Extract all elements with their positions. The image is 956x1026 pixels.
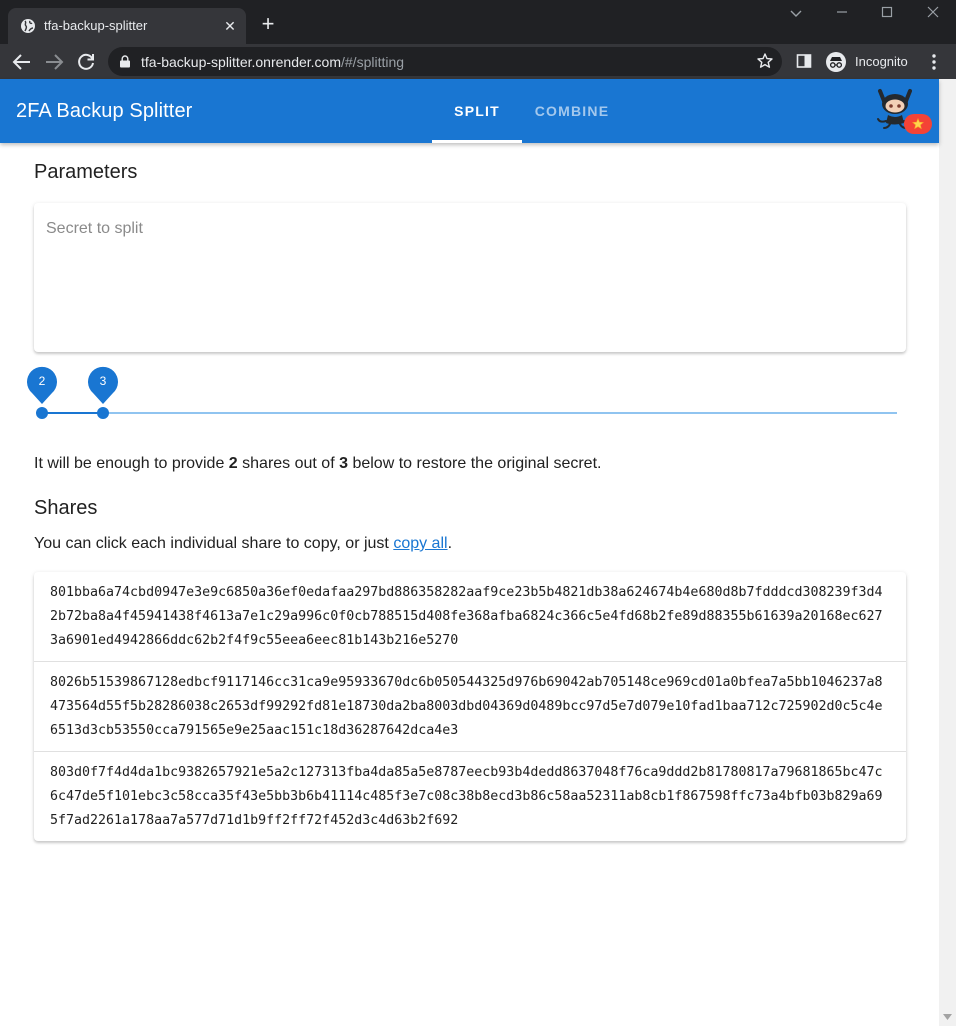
app-title: 2FA Backup Splitter — [16, 100, 193, 122]
scroll-down-arrow-icon[interactable] — [943, 1014, 952, 1020]
parameters-title: Parameters — [34, 161, 138, 183]
browser-menu-icon[interactable] — [926, 52, 942, 72]
hint-prefix: You can click each individual share to c… — [34, 535, 394, 552]
tab-title: tfa-backup-splitter — [44, 18, 148, 33]
tab-combine[interactable]: COMBINE — [522, 79, 622, 143]
secret-card — [34, 203, 906, 352]
minimize-icon[interactable] — [830, 6, 854, 26]
shares-list: 801bba6a74cbd0947e3e9c6850a36ef0edafaa29… — [34, 572, 906, 841]
share-value: 803d0f7f4d4da1bc9382657921e5a2c127313fba… — [50, 765, 883, 828]
info-middle: shares out of — [237, 455, 340, 472]
forward-arrow-icon[interactable] — [42, 50, 66, 74]
new-tab-icon[interactable]: + — [258, 13, 278, 35]
bookmark-star-icon[interactable] — [756, 52, 774, 70]
tab-close-icon[interactable]: ✕ — [220, 16, 240, 36]
threshold-value-label: 2 — [26, 365, 58, 404]
browser-tab[interactable]: tfa-backup-splitter ✕ — [8, 8, 246, 44]
threshold-value: 2 — [38, 374, 46, 388]
share-value: 8026b51539867128edbcf9117146cc31ca9e9593… — [50, 675, 883, 738]
browser-toolbar: tfa-backup-splitter.onrender.com/#/split… — [0, 44, 956, 79]
tab-search-icon[interactable] — [784, 6, 808, 26]
share-value: 801bba6a74cbd0947e3e9c6850a36ef0edafaa29… — [50, 585, 883, 648]
maximize-icon[interactable] — [875, 6, 899, 26]
lock-icon[interactable] — [119, 55, 131, 68]
secret-input[interactable] — [34, 203, 906, 352]
info-prefix: It will be enough to provide — [34, 455, 229, 472]
star-icon — [912, 118, 924, 130]
total-thumb[interactable] — [97, 407, 109, 419]
restore-info-text: It will be enough to provide 2 shares ou… — [34, 455, 601, 473]
side-panel-icon[interactable] — [796, 53, 812, 69]
hint-suffix: . — [447, 535, 453, 552]
shares-range-slider[interactable]: 2 3 — [0, 363, 939, 423]
slider-fill — [42, 412, 103, 414]
globe-icon — [21, 19, 35, 33]
incognito-icon — [826, 51, 846, 72]
total-value-label: 3 — [87, 365, 119, 404]
back-arrow-icon[interactable] — [10, 50, 34, 74]
share-item-2[interactable]: 8026b51539867128edbcf9117146cc31ca9e9593… — [34, 662, 906, 752]
share-item-3[interactable]: 803d0f7f4d4da1bc9382657921e5a2c127313fba… — [34, 752, 906, 841]
main-content: Parameters 2 3 It will be enough to prov… — [0, 143, 939, 1026]
shares-title: Shares — [34, 497, 98, 519]
share-item-1[interactable]: 801bba6a74cbd0947e3e9c6850a36ef0edafaa29… — [34, 572, 906, 662]
tab-split[interactable]: SPLIT — [432, 79, 522, 143]
reload-icon[interactable] — [74, 50, 98, 74]
url-text[interactable]: tfa-backup-splitter.onrender.com/#/split… — [141, 54, 404, 70]
info-threshold: 2 — [228, 455, 238, 472]
browser-titlebar: tfa-backup-splitter ✕ + — [0, 0, 956, 44]
shares-hint: You can click each individual share to c… — [34, 535, 452, 553]
incognito-indicator[interactable]: Incognito — [822, 48, 918, 75]
url-host: tfa-backup-splitter.onrender.com — [141, 54, 341, 70]
app-header: 2FA Backup Splitter SPLIT COMBINE — [0, 79, 939, 143]
notification-badge[interactable] — [904, 114, 932, 134]
incognito-label: Incognito — [855, 54, 908, 69]
address-bar[interactable]: tfa-backup-splitter.onrender.com/#/split… — [108, 47, 782, 76]
info-suffix: below to restore the original secret. — [348, 455, 602, 472]
page-scrollbar[interactable] — [939, 79, 956, 1026]
slider-track[interactable] — [42, 412, 897, 414]
close-window-icon[interactable] — [921, 6, 945, 26]
info-total: 3 — [339, 455, 348, 472]
url-path: /#/splitting — [341, 54, 405, 70]
active-tab-indicator — [432, 140, 522, 143]
copy-all-link[interactable]: copy all — [393, 535, 447, 552]
total-value: 3 — [99, 374, 107, 388]
threshold-thumb[interactable] — [36, 407, 48, 419]
